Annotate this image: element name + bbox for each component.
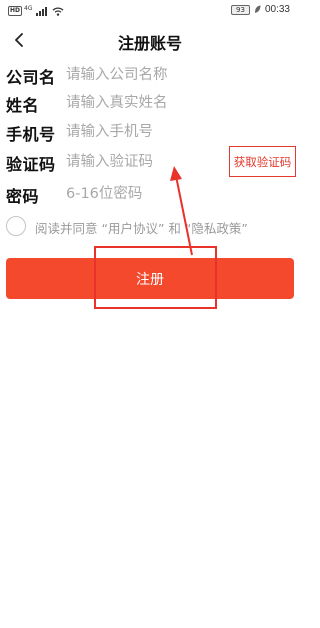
- get-code-button[interactable]: 获取验证码: [229, 146, 296, 177]
- signal-icon: [36, 6, 48, 16]
- company-label: 公司名: [6, 68, 56, 87]
- network-type: 4G: [24, 4, 33, 12]
- leaf-icon: [254, 5, 261, 13]
- password-row: 密码: [0, 180, 300, 208]
- phone-label: 手机号: [6, 125, 56, 144]
- nav-bar: 注册账号: [0, 22, 300, 58]
- agreement-row: 阅读并同意 “用户协议” 和 “隐私政策”: [6, 214, 296, 238]
- status-bar: HD 4G 93 00:33: [0, 0, 300, 22]
- code-input[interactable]: [66, 151, 226, 173]
- name-label: 姓名: [6, 96, 40, 115]
- company-input[interactable]: [66, 64, 226, 86]
- status-left: HD 4G: [8, 5, 64, 17]
- name-row: 姓名: [0, 89, 300, 117]
- password-input[interactable]: [66, 183, 226, 205]
- register-button[interactable]: 注册: [6, 258, 294, 299]
- company-row: 公司名: [0, 61, 300, 89]
- agreement-text[interactable]: 阅读并同意 “用户协议” 和 “隐私政策”: [35, 218, 248, 237]
- wifi-icon: [53, 6, 64, 16]
- phone-row: 手机号: [0, 118, 300, 146]
- hd-icon: HD: [8, 6, 23, 16]
- clock: 00:33: [264, 4, 290, 15]
- password-label: 密码: [6, 187, 40, 206]
- name-input[interactable]: [66, 92, 226, 114]
- battery-icon: 93: [230, 4, 250, 15]
- code-label: 验证码: [6, 155, 56, 174]
- page-title: 注册账号: [117, 34, 182, 53]
- agreement-checkbox[interactable]: [6, 216, 26, 236]
- phone-input[interactable]: [66, 121, 226, 143]
- status-right: 93 00:33: [230, 4, 290, 15]
